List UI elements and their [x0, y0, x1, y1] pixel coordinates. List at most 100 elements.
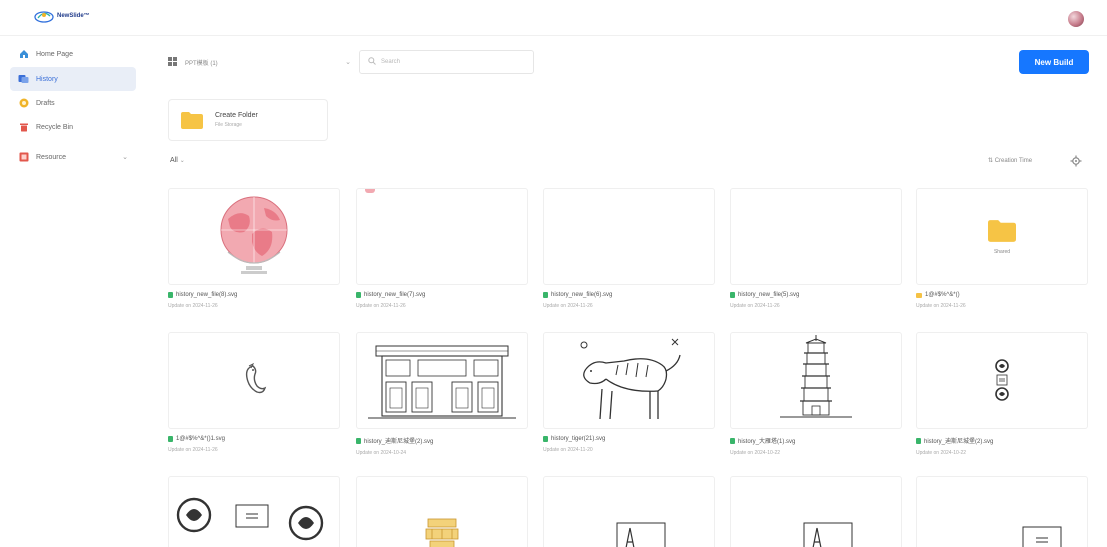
file-card[interactable]: history_new_file(7).svg Update on 2024-1…	[356, 188, 528, 309]
file-card[interactable]	[356, 476, 528, 547]
create-folder-card[interactable]: Create Folder File Storage	[168, 99, 328, 141]
file-name: history_new_file(5).svg	[738, 292, 800, 298]
chevron-down-icon[interactable]: ⌄	[122, 153, 128, 161]
file-thumbnail[interactable]	[543, 188, 715, 285]
svg-file-icon	[168, 436, 173, 442]
trash-icon	[18, 122, 29, 133]
sidebar-item-resource[interactable]: Resource ⌄	[10, 145, 136, 169]
file-card[interactable]: history_new_file(6).svg Update on 2024-1…	[543, 188, 715, 309]
folder-select-value: PPT模板 (1)	[185, 60, 218, 67]
search-input[interactable]: Search	[359, 50, 534, 74]
file-date: Update on 2024-10-22	[730, 450, 781, 456]
svg-file-icon	[916, 437, 921, 444]
logo-text: NewSlide™	[57, 13, 90, 19]
file-date: Update on 2024-11-26	[916, 303, 966, 309]
thumbnail-mark	[365, 189, 375, 193]
folder-select[interactable]: PPT模板 (1) ⌄	[162, 50, 357, 74]
file-thumbnail[interactable]	[168, 476, 340, 547]
svg-file-icon	[356, 437, 361, 444]
file-thumbnail[interactable]	[730, 476, 902, 547]
sidebar-item-label: Recycle Bin	[36, 123, 73, 131]
file-thumbnail[interactable]	[543, 476, 715, 547]
create-folder-title: Create Folder	[215, 112, 258, 119]
folder-card[interactable]: Shared 1@#$%^&*() Update on 2024-11-26	[916, 188, 1088, 309]
file-date: Update on 2024-11-26	[730, 303, 780, 309]
file-card[interactable]: 1@#$%^&*()1.svg Update on 2024-11-26	[168, 332, 340, 453]
file-date: Update on 2024-11-26	[543, 303, 593, 309]
sidebar-item-label: Resource	[36, 153, 66, 161]
pagoda-image	[780, 334, 852, 417]
file-card[interactable]: history_new_file(8).svg Update on 2024-1…	[168, 188, 340, 309]
logo-icon	[34, 11, 54, 23]
file-thumbnail[interactable]	[356, 476, 528, 547]
file-thumbnail[interactable]	[168, 332, 340, 429]
home-icon	[18, 49, 29, 60]
bird-image	[245, 362, 267, 393]
file-date: Update on 2024-11-26	[168, 303, 218, 309]
sidebar-item-history[interactable]: History	[10, 67, 136, 91]
file-thumbnail[interactable]	[356, 188, 528, 285]
file-name: history_大雁塔(1).svg	[738, 439, 796, 445]
file-name: history_tiger(21).svg	[551, 436, 606, 442]
file-thumbnail[interactable]	[730, 332, 902, 429]
grid-icon	[168, 56, 177, 68]
emblem-image	[995, 358, 1009, 401]
file-card[interactable]: history_大雁塔(1).svg Update on 2024-10-22	[730, 332, 902, 456]
filter-all-dropdown[interactable]: All ⌄	[170, 157, 185, 164]
file-card[interactable]: history_迪斯尼城堡(2).svg Update on 2024-10-2…	[356, 332, 528, 456]
file-thumbnail[interactable]	[543, 332, 715, 429]
view-settings-icon[interactable]	[1070, 155, 1082, 167]
file-thumbnail[interactable]	[730, 188, 902, 285]
sort-button[interactable]: ⇅ Creation Time	[988, 157, 1032, 164]
file-date: Update on 2024-11-26	[356, 303, 406, 309]
drafts-icon	[18, 98, 29, 109]
file-card[interactable]: history_迪斯尼城堡(2).svg Update on 2024-10-2…	[916, 332, 1088, 456]
file-card[interactable]: history_tiger(21).svg Update on 2024-11-…	[543, 332, 715, 453]
search-icon	[368, 57, 376, 67]
create-folder-subtitle: File Storage	[215, 122, 242, 128]
chevron-down-icon: ⌄	[179, 158, 185, 164]
ornament-image	[425, 518, 459, 547]
file-card[interactable]	[730, 476, 902, 547]
file-thumbnail[interactable]	[168, 188, 340, 285]
user-avatar[interactable]	[1068, 11, 1084, 27]
file-name: history_new_file(6).svg	[551, 292, 613, 298]
svg-file-icon	[730, 292, 735, 298]
sidebar-item-recycle-bin[interactable]: Recycle Bin	[10, 115, 136, 139]
file-name: history_迪斯尼城堡(2).svg	[924, 439, 994, 445]
shared-label: Shared	[993, 249, 1011, 255]
folder-thumbnail[interactable]: Shared	[916, 188, 1088, 285]
file-date: Update on 2024-11-20	[543, 447, 593, 453]
tiger-image	[580, 338, 681, 419]
sort-icon: ⇅	[988, 158, 994, 164]
filter-all-label: All	[170, 157, 178, 164]
file-date: Update on 2024-10-22	[916, 450, 967, 456]
file-card[interactable]	[916, 476, 1088, 547]
sidebar-item-home[interactable]: Home Page	[10, 42, 136, 66]
sidebar-item-drafts[interactable]: Drafts	[10, 91, 136, 115]
new-build-button[interactable]: New Build	[1019, 50, 1089, 74]
search-placeholder: Search	[381, 59, 401, 65]
file-card[interactable]	[543, 476, 715, 547]
folder-icon	[988, 219, 1016, 242]
small-card-image	[1022, 526, 1062, 547]
file-thumbnail[interactable]	[916, 332, 1088, 429]
file-card[interactable]	[168, 476, 340, 547]
app-logo[interactable]: NewSlide™	[34, 8, 90, 24]
emblem-pair-image	[176, 497, 324, 540]
svg-file-icon	[730, 437, 735, 444]
folder-icon	[181, 111, 203, 129]
tower-card-image	[803, 522, 853, 547]
file-thumbnail[interactable]	[356, 332, 528, 429]
file-thumbnail[interactable]	[916, 476, 1088, 547]
file-date: Update on 2024-11-26	[168, 447, 218, 453]
sidebar-item-label: Home Page	[36, 50, 73, 58]
file-name: history_new_file(7).svg	[364, 292, 426, 298]
sidebar-item-label: History	[36, 75, 58, 83]
top-bar: NewSlide™	[0, 0, 1107, 36]
folder-name: 1@#$%^&*()	[925, 292, 960, 298]
svg-file-icon	[356, 292, 361, 298]
file-date: Update on 2024-10-24	[356, 450, 407, 456]
resource-icon	[18, 152, 29, 163]
file-card[interactable]: history_new_file(5).svg Update on 2024-1…	[730, 188, 902, 309]
